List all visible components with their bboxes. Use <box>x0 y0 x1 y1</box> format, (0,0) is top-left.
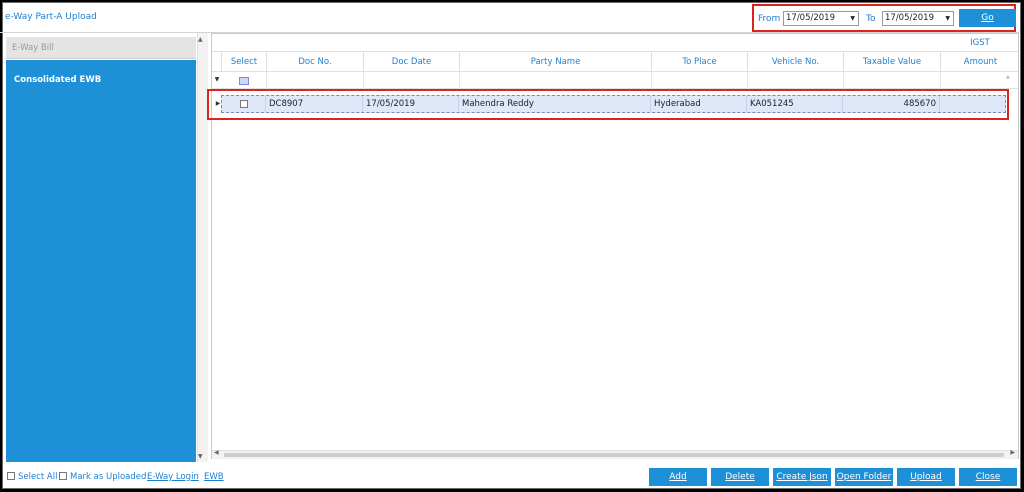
open-folder-button-label: Open Folder <box>836 472 892 482</box>
mark-uploaded-control[interactable]: Mark as Uploaded <box>59 471 147 482</box>
scroll-right-icon[interactable]: ▶ <box>1010 449 1015 456</box>
col-header-amount[interactable]: Amount <box>941 52 1018 72</box>
to-date-select[interactable]: 17/05/2019 ▼ <box>882 11 954 26</box>
col-header-party-name[interactable]: Party Name <box>460 52 652 72</box>
delete-button[interactable]: Delete <box>711 468 769 486</box>
create-json-button[interactable]: Create Json <box>773 468 831 486</box>
row-select-checkbox[interactable] <box>240 100 248 108</box>
close-button-label: Close <box>975 472 1001 482</box>
filter-cell[interactable] <box>748 72 844 89</box>
chevron-down-icon: ▼ <box>945 15 950 22</box>
add-button[interactable]: Add <box>649 468 707 486</box>
cell-party-name: Mahendra Reddy <box>459 96 651 112</box>
col-header-doc-no[interactable]: Doc No. <box>267 52 364 72</box>
eway-login-link[interactable]: E-Way Login <box>147 472 199 482</box>
filter-cell[interactable] <box>652 72 748 89</box>
scroll-up-icon[interactable]: ▲ <box>1006 74 1010 80</box>
upload-button-label: Upload <box>910 472 942 482</box>
from-date-value: 17/05/2019 <box>786 13 835 23</box>
filter-row-indicator-icon: ▼ <box>214 76 220 83</box>
from-label: From <box>758 14 781 24</box>
ewb-link[interactable]: EWB <box>204 472 224 482</box>
filter-cell[interactable] <box>844 72 941 89</box>
row-header-corner <box>212 52 222 72</box>
tab-eway-bill[interactable]: E-Way Bill <box>6 37 196 59</box>
mark-uploaded-checkbox[interactable] <box>59 471 67 480</box>
select-all-label: Select All <box>18 472 58 482</box>
cell-doc-date: 17/05/2019 <box>363 96 459 112</box>
cell-amount <box>940 96 1005 112</box>
select-all-control[interactable]: Select All <box>7 471 58 482</box>
scroll-left-icon[interactable]: ◀ <box>214 449 219 456</box>
scroll-up-icon[interactable]: ▲ <box>198 36 203 43</box>
to-date-value: 17/05/2019 <box>885 13 934 23</box>
filter-icon[interactable] <box>239 77 249 85</box>
cell-doc-no: DC8907 <box>266 96 363 112</box>
cell-select[interactable] <box>222 96 266 112</box>
left-nav-panel <box>6 60 196 462</box>
column-header-row: Select Doc No. Doc Date Party Name To Pl… <box>212 52 1018 72</box>
chevron-down-icon: ▼ <box>850 15 855 22</box>
cell-taxable-value: 485670 <box>843 96 940 112</box>
table-row[interactable]: DC8907 17/05/2019 Mahendra Reddy Hyderab… <box>221 95 1006 113</box>
from-date-select[interactable]: 17/05/2019 ▼ <box>783 11 859 26</box>
window-title: e-Way Part-A Upload <box>5 12 97 22</box>
horizontal-scrollbar[interactable]: ◀ ▶ <box>212 449 1018 459</box>
col-header-vehicle-no[interactable]: Vehicle No. <box>748 52 844 72</box>
close-button[interactable]: Close <box>959 468 1017 486</box>
to-label: To <box>866 14 876 24</box>
col-header-doc-date[interactable]: Doc Date <box>364 52 460 72</box>
upload-button[interactable]: Upload <box>897 468 955 486</box>
filter-cell[interactable] <box>267 72 364 89</box>
cell-to-place: Hyderabad <box>651 96 747 112</box>
go-button[interactable]: Go <box>959 9 1016 27</box>
col-header-to-place[interactable]: To Place <box>652 52 748 72</box>
group-header-igst: IGST <box>941 34 1018 52</box>
col-header-taxable-value[interactable]: Taxable Value <box>844 52 941 72</box>
scroll-down-icon[interactable]: ▼ <box>198 453 203 460</box>
delete-button-label: Delete <box>725 472 755 482</box>
cell-vehicle-no: KA051245 <box>747 96 843 112</box>
filter-cell[interactable] <box>364 72 460 89</box>
add-button-label: Add <box>669 472 687 482</box>
filter-cell[interactable] <box>460 72 652 89</box>
scrollbar-thumb[interactable] <box>224 453 1004 457</box>
mark-uploaded-label: Mark as Uploaded <box>70 472 147 482</box>
create-json-button-label: Create Json <box>776 472 828 482</box>
group-header-row: IGST <box>212 34 1018 52</box>
select-all-checkbox[interactable] <box>7 471 15 480</box>
col-header-select[interactable]: Select <box>222 52 267 72</box>
nav-item-consolidated-ewb[interactable]: Consolidated EWB <box>14 75 101 85</box>
filter-row: ▼ <box>212 72 1018 89</box>
open-folder-button[interactable]: Open Folder <box>835 468 893 486</box>
